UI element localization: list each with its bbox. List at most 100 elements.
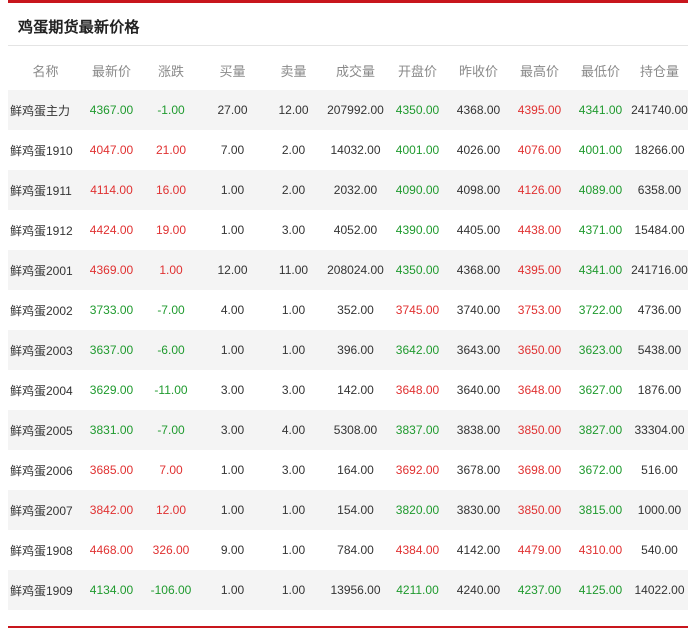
trade-volume-cell: 784.00 <box>324 530 387 570</box>
last-price-cell: 4114.00 <box>83 170 140 210</box>
low-price-cell: 3722.00 <box>570 290 631 330</box>
ask-volume-cell: 1.00 <box>263 530 324 570</box>
last-price-cell: 4369.00 <box>83 250 140 290</box>
low-price-cell: 4089.00 <box>570 170 631 210</box>
price-change-cell: -1.00 <box>140 90 202 130</box>
low-price-cell: 3815.00 <box>570 490 631 530</box>
price-change-cell: 16.00 <box>140 170 202 210</box>
column-header-volume: 成交量 <box>324 50 387 90</box>
low-price-cell: 4125.00 <box>570 570 631 610</box>
column-header-change: 涨跌 <box>140 50 202 90</box>
open-price-cell: 4390.00 <box>387 210 448 250</box>
table-row[interactable]: 鲜鸡蛋2002 3733.00 -7.00 4.00 1.00 352.00 3745.00… <box>8 290 688 330</box>
open-price-cell: 4001.00 <box>387 130 448 170</box>
open-interest-cell: 1000.00 <box>631 490 688 530</box>
open-interest-cell: 516.00 <box>631 450 688 490</box>
price-change-cell: -7.00 <box>140 290 202 330</box>
table-row[interactable]: 鲜鸡蛋1912 4424.00 19.00 1.00 3.00 4052.00 4390.0… <box>8 210 688 250</box>
last-price-cell: 4047.00 <box>83 130 140 170</box>
contract-name-cell: 鲜鸡蛋2002 <box>8 290 83 330</box>
open-price-cell: 3642.00 <box>387 330 448 370</box>
trade-volume-cell: 396.00 <box>324 330 387 370</box>
table-row[interactable]: 鲜鸡蛋2005 3831.00 -7.00 3.00 4.00 5308.00 3837.0… <box>8 410 688 450</box>
bid-volume-cell: 12.00 <box>202 250 263 290</box>
column-header-ask: 卖量 <box>263 50 324 90</box>
bid-volume-cell: 7.00 <box>202 130 263 170</box>
table-row[interactable]: 鲜鸡蛋1910 4047.00 21.00 7.00 2.00 14032.00 4001.… <box>8 130 688 170</box>
table-row[interactable]: 鲜鸡蛋2003 3637.00 -6.00 1.00 1.00 396.00 3642.00… <box>8 330 688 370</box>
prev-close-cell: 4026.00 <box>448 130 509 170</box>
prev-close-cell: 4240.00 <box>448 570 509 610</box>
ask-volume-cell: 1.00 <box>263 330 324 370</box>
low-price-cell: 3627.00 <box>570 370 631 410</box>
price-change-cell: 12.00 <box>140 490 202 530</box>
high-price-cell: 4395.00 <box>509 90 570 130</box>
table-row[interactable]: 鲜鸡蛋2006 3685.00 7.00 1.00 3.00 164.00 3692.00 3… <box>8 450 688 490</box>
prev-close-cell: 4368.00 <box>448 250 509 290</box>
ask-volume-cell: 3.00 <box>263 370 324 410</box>
bid-volume-cell: 3.00 <box>202 410 263 450</box>
ask-volume-cell: 2.00 <box>263 170 324 210</box>
contract-name-cell: 鲜鸡蛋1911 <box>8 170 83 210</box>
contract-name-cell: 鲜鸡蛋2006 <box>8 450 83 490</box>
high-price-cell: 4395.00 <box>509 250 570 290</box>
prev-close-cell: 3678.00 <box>448 450 509 490</box>
high-price-cell: 4076.00 <box>509 130 570 170</box>
trade-volume-cell: 142.00 <box>324 370 387 410</box>
contract-name-cell: 鲜鸡蛋主力 <box>8 90 83 130</box>
low-price-cell: 4310.00 <box>570 530 631 570</box>
bid-volume-cell: 3.00 <box>202 370 263 410</box>
prev-close-cell: 4098.00 <box>448 170 509 210</box>
prev-close-cell: 4405.00 <box>448 210 509 250</box>
ask-volume-cell: 1.00 <box>263 290 324 330</box>
bid-volume-cell: 1.00 <box>202 330 263 370</box>
ask-volume-cell: 3.00 <box>263 210 324 250</box>
contract-name-cell: 鲜鸡蛋2004 <box>8 370 83 410</box>
last-price-cell: 4468.00 <box>83 530 140 570</box>
low-price-cell: 3672.00 <box>570 450 631 490</box>
bid-volume-cell: 1.00 <box>202 170 263 210</box>
table-row[interactable]: 鲜鸡蛋2004 3629.00 -11.00 3.00 3.00 142.00 3648.0… <box>8 370 688 410</box>
open-interest-cell: 1876.00 <box>631 370 688 410</box>
high-price-cell: 3648.00 <box>509 370 570 410</box>
contract-name-cell: 鲜鸡蛋1910 <box>8 130 83 170</box>
low-price-cell: 4341.00 <box>570 90 631 130</box>
contract-name-cell: 鲜鸡蛋2003 <box>8 330 83 370</box>
contract-name-cell: 鲜鸡蛋1908 <box>8 530 83 570</box>
table-row[interactable]: 鲜鸡蛋1909 4134.00 -106.00 1.00 1.00 13956.00 421… <box>8 570 688 610</box>
bid-volume-cell: 1.00 <box>202 490 263 530</box>
column-header-high: 最高价 <box>509 50 570 90</box>
contract-name-cell: 鲜鸡蛋1912 <box>8 210 83 250</box>
low-price-cell: 4371.00 <box>570 210 631 250</box>
table-row[interactable]: 鲜鸡蛋主力 4367.00 -1.00 27.00 12.00 207992.00 4350… <box>8 90 688 130</box>
prev-close-cell: 3740.00 <box>448 290 509 330</box>
bid-volume-cell: 27.00 <box>202 90 263 130</box>
open-interest-cell: 33304.00 <box>631 410 688 450</box>
price-change-cell: 7.00 <box>140 450 202 490</box>
last-price-cell: 4367.00 <box>83 90 140 130</box>
last-price-cell: 3629.00 <box>83 370 140 410</box>
high-price-cell: 4479.00 <box>509 530 570 570</box>
bid-volume-cell: 1.00 <box>202 210 263 250</box>
open-price-cell: 4211.00 <box>387 570 448 610</box>
table-row[interactable]: 鲜鸡蛋1908 4468.00 326.00 9.00 1.00 784.00 4384.0… <box>8 530 688 570</box>
prev-close-cell: 4142.00 <box>448 530 509 570</box>
last-price-cell: 3685.00 <box>83 450 140 490</box>
open-interest-cell: 14022.00 <box>631 570 688 610</box>
open-price-cell: 4090.00 <box>387 170 448 210</box>
trade-volume-cell: 14032.00 <box>324 130 387 170</box>
table-row[interactable]: 鲜鸡蛋2001 4369.00 1.00 12.00 11.00 208024.00 435… <box>8 250 688 290</box>
open-interest-cell: 4736.00 <box>631 290 688 330</box>
trade-volume-cell: 2032.00 <box>324 170 387 210</box>
high-price-cell: 4438.00 <box>509 210 570 250</box>
ask-volume-cell: 1.00 <box>263 490 324 530</box>
column-header-open: 开盘价 <box>387 50 448 90</box>
bottom-accent-rule <box>8 626 688 628</box>
open-interest-cell: 241740.00 <box>631 90 688 130</box>
table-row[interactable]: 鲜鸡蛋1911 4114.00 16.00 1.00 2.00 2032.00 4090.0… <box>8 170 688 210</box>
trade-volume-cell: 13956.00 <box>324 570 387 610</box>
open-interest-cell: 18266.00 <box>631 130 688 170</box>
low-price-cell: 3827.00 <box>570 410 631 450</box>
table-row[interactable]: 鲜鸡蛋2007 3842.00 12.00 1.00 1.00 154.00 3820.00… <box>8 490 688 530</box>
contract-name-cell: 鲜鸡蛋2005 <box>8 410 83 450</box>
